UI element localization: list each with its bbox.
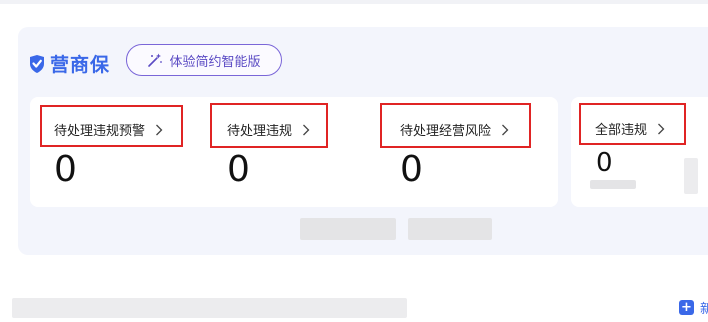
redacted-text: [300, 218, 396, 240]
highlight-box: [40, 105, 183, 147]
experience-button-label: 体验简约智能版: [169, 54, 261, 70]
redacted-text: [590, 180, 636, 189]
redacted-text: [408, 218, 492, 240]
brand-logo: 营商保: [28, 50, 110, 77]
highlight-box: [210, 103, 328, 148]
sparkle-wand-icon: [147, 52, 163, 68]
stat-value: 0: [400, 149, 423, 190]
redacted-text: [12, 298, 407, 318]
stat-value: 0: [227, 149, 250, 190]
shield-check-icon: [28, 54, 46, 74]
experience-simple-version-button[interactable]: 体验简约智能版: [126, 44, 282, 76]
stat-value: 0: [596, 148, 613, 178]
add-plus-icon[interactable]: +: [679, 300, 694, 315]
highlight-box: [380, 103, 531, 148]
stat-value: 0: [54, 149, 77, 190]
top-divider: [0, 0, 708, 4]
highlight-box: [579, 103, 686, 145]
add-action-label[interactable]: 新: [700, 298, 708, 317]
brand-name: 营商保: [50, 54, 111, 76]
redacted-text: [684, 158, 698, 194]
